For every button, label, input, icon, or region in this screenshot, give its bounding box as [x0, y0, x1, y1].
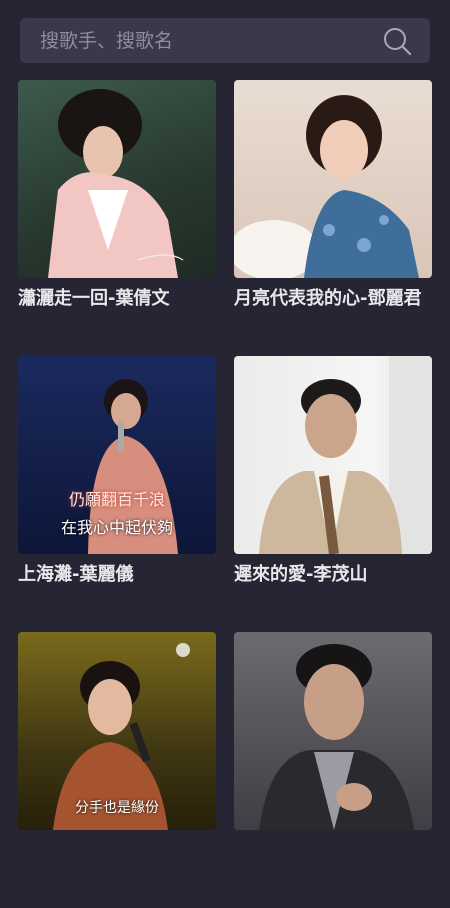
song-card[interactable]: 月亮代表我的心-鄧麗君 [234, 80, 432, 356]
search-input[interactable] [38, 28, 342, 53]
singer-photo [234, 95, 419, 278]
song-title[interactable]: 月亮代表我的心-鄧麗君 [234, 286, 432, 312]
song-card[interactable]: 瀟灑走一回-葉倩文 [18, 80, 216, 356]
singer-photo [259, 644, 414, 830]
search-icon[interactable] [382, 26, 412, 56]
song-card[interactable]: 仍願翻百千浪 在我心中起伏夠 上海灘-葉麗儀 [18, 356, 216, 632]
song-thumbnail[interactable] [234, 632, 432, 830]
song-thumbnail[interactable] [234, 80, 432, 278]
song-card[interactable]: 遲來的愛-李茂山 [234, 356, 432, 632]
singer-photo [259, 356, 432, 554]
song-thumbnail[interactable] [234, 356, 432, 554]
song-title[interactable]: 遲來的愛-李茂山 [234, 562, 432, 588]
song-grid: 瀟灑走一回-葉倩文 月亮代表我的心-鄧麗君 仍願翻百千浪 在我心中起伏夠 上海灘… [18, 80, 432, 908]
song-thumbnail[interactable]: 分手也是緣份 [18, 632, 216, 830]
song-card[interactable]: 分手也是緣份 [18, 632, 216, 908]
singer-photo [48, 89, 184, 278]
song-title[interactable]: 上海灘-葉麗儀 [18, 562, 216, 588]
search-bar[interactable] [20, 18, 430, 63]
song-thumbnail[interactable]: 仍願翻百千浪 在我心中起伏夠 [18, 356, 216, 554]
song-card[interactable] [234, 632, 432, 908]
lyric-line-2: 在我心中起伏夠 [60, 518, 173, 537]
song-thumbnail[interactable] [18, 80, 216, 278]
lyric-line-1: 分手也是緣份 [75, 800, 159, 816]
lyric-line-1: 仍願翻百千浪 [68, 490, 165, 509]
song-title[interactable]: 瀟灑走一回-葉倩文 [18, 286, 216, 312]
